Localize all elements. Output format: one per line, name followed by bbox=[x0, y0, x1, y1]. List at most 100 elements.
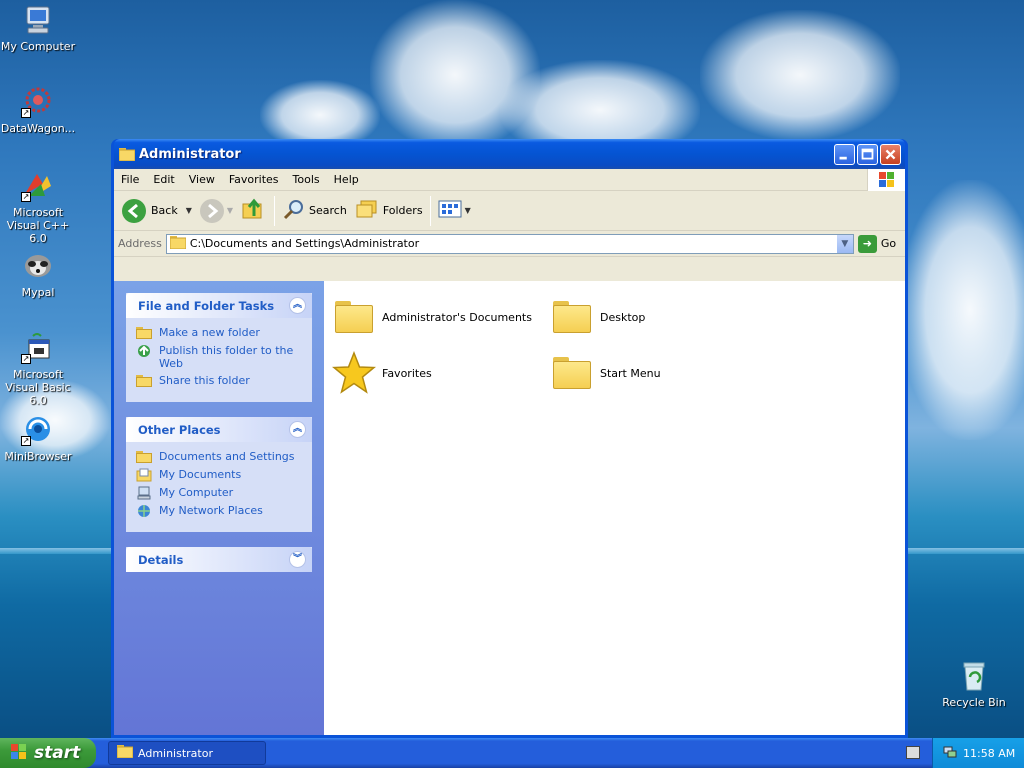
back-dropdown-icon[interactable]: ▼ bbox=[186, 206, 192, 215]
panel-header[interactable]: Other Places ︽ bbox=[126, 417, 312, 442]
raccoon-icon bbox=[21, 250, 55, 282]
forward-arrow-icon bbox=[199, 198, 224, 223]
go-button[interactable]: ➜ Go bbox=[857, 234, 897, 253]
window-title: Administrator bbox=[139, 146, 241, 162]
maximize-button[interactable] bbox=[857, 144, 878, 165]
desktop-icon-recycle-bin[interactable]: Recycle Bin bbox=[934, 660, 1014, 709]
folder-icon bbox=[136, 450, 152, 464]
address-value: C:\Documents and Settings\Administrator bbox=[189, 237, 420, 250]
desktop-icon-minibrowser[interactable]: ↗ MiniBrowser bbox=[0, 414, 78, 463]
file-item-start-menu[interactable]: Start Menu bbox=[550, 351, 760, 395]
back-label: Back bbox=[151, 204, 178, 217]
explorer-window[interactable]: Administrator File Edit View Favorites T… bbox=[111, 139, 908, 738]
window-titlebar[interactable]: Administrator bbox=[114, 139, 905, 169]
views-button[interactable]: ▼ bbox=[434, 194, 475, 228]
clock[interactable]: 11:58 AM bbox=[963, 747, 1015, 760]
start-button[interactable]: start bbox=[0, 738, 96, 768]
panel-title: File and Folder Tasks bbox=[138, 298, 275, 313]
file-item-desktop[interactable]: Desktop bbox=[550, 295, 760, 339]
menu-view[interactable]: View bbox=[182, 173, 222, 186]
place-documents-and-settings[interactable]: Documents and Settings bbox=[136, 450, 302, 464]
recycle-bin-icon bbox=[957, 660, 991, 692]
menu-edit[interactable]: Edit bbox=[146, 173, 181, 186]
taskbar: start Administrator 11:58 AM bbox=[0, 738, 1024, 768]
file-label: Administrator's Documents bbox=[382, 310, 532, 324]
address-dropdown-icon[interactable]: ▼ bbox=[835, 234, 853, 253]
task-label: Make a new folder bbox=[159, 326, 260, 339]
search-icon bbox=[282, 197, 306, 224]
toolbar-separator bbox=[274, 195, 276, 226]
desktop-icon-datawagon[interactable]: ↗ DataWagon... bbox=[0, 86, 78, 135]
desktop-icon-visual-basic[interactable]: ↗ Microsoft Visual Basic 6.0 bbox=[0, 332, 78, 407]
windows-logo-icon bbox=[867, 169, 905, 191]
desktop-icon-visual-cpp[interactable]: ↗ Microsoft Visual C++ 6.0 bbox=[0, 170, 78, 245]
desktop-icon-label: DataWagon... bbox=[0, 122, 76, 135]
star-icon bbox=[331, 350, 377, 395]
desktop-icon-mypal[interactable]: Mypal bbox=[0, 250, 78, 299]
folder-icon bbox=[550, 295, 594, 339]
views-icon bbox=[438, 199, 462, 222]
panel-title: Other Places bbox=[138, 422, 221, 437]
task-make-new-folder[interactable]: Make a new folder bbox=[136, 326, 302, 340]
expand-chevron-down-icon[interactable]: ︾ bbox=[289, 551, 306, 568]
task-share-folder[interactable]: Share this folder bbox=[136, 374, 302, 388]
datawagon-icon: ↗ bbox=[21, 86, 55, 118]
taskbar-button-administrator[interactable]: Administrator bbox=[108, 741, 266, 765]
place-my-network-places[interactable]: My Network Places bbox=[136, 504, 302, 518]
file-item-favorites[interactable]: Favorites bbox=[331, 350, 542, 395]
collapse-chevron-up-icon[interactable]: ︽ bbox=[289, 297, 306, 314]
place-label: Documents and Settings bbox=[159, 450, 295, 463]
toolbar-separator bbox=[429, 195, 431, 226]
views-dropdown-icon[interactable]: ▼ bbox=[465, 206, 471, 215]
place-my-documents[interactable]: My Documents bbox=[136, 468, 302, 482]
menu-file[interactable]: File bbox=[114, 173, 146, 186]
task-publish-web[interactable]: Publish this folder to the Web bbox=[136, 344, 302, 370]
panel-header[interactable]: Details ︾ bbox=[126, 547, 312, 572]
address-input[interactable]: C:\Documents and Settings\Administrator … bbox=[165, 233, 854, 254]
menu-help[interactable]: Help bbox=[327, 173, 366, 186]
menu-favorites[interactable]: Favorites bbox=[222, 173, 286, 186]
shortcut-arrow-icon: ↗ bbox=[21, 108, 31, 118]
folders-label: Folders bbox=[382, 204, 423, 217]
folder-icon bbox=[169, 235, 187, 252]
taskbar-button-label: Administrator bbox=[138, 746, 213, 760]
forward-button[interactable]: ▼ bbox=[196, 194, 237, 228]
close-button[interactable] bbox=[880, 144, 901, 165]
computer-icon bbox=[136, 486, 152, 500]
up-folder-button[interactable] bbox=[237, 194, 271, 228]
folder-icon bbox=[550, 351, 594, 395]
menu-tools[interactable]: Tools bbox=[286, 173, 327, 186]
forward-dropdown-icon[interactable]: ▼ bbox=[227, 206, 233, 215]
panel-header[interactable]: File and Folder Tasks ︽ bbox=[126, 293, 312, 318]
maximize-icon bbox=[861, 148, 874, 160]
keyboard-icon[interactable] bbox=[906, 746, 920, 759]
panel-details: Details ︾ bbox=[126, 547, 312, 572]
go-label: Go bbox=[880, 237, 897, 250]
system-tray: 11:58 AM bbox=[932, 738, 1024, 768]
shortcut-arrow-icon: ↗ bbox=[21, 354, 31, 364]
window-client-area: File Edit View Favorites Tools Help Back… bbox=[114, 169, 905, 735]
close-icon bbox=[885, 149, 896, 160]
new-folder-icon bbox=[136, 326, 152, 340]
shortcut-arrow-icon: ↗ bbox=[21, 192, 31, 202]
folders-icon bbox=[355, 198, 379, 223]
visual-cpp-icon: ↗ bbox=[21, 170, 55, 202]
network-status-icon[interactable] bbox=[943, 745, 957, 762]
place-my-computer[interactable]: My Computer bbox=[136, 486, 302, 500]
minimize-button[interactable] bbox=[834, 144, 855, 165]
menu-bar: File Edit View Favorites Tools Help bbox=[114, 169, 905, 191]
up-folder-icon bbox=[241, 196, 267, 225]
file-item-administrators-documents[interactable]: Administrator's Documents bbox=[332, 295, 542, 339]
desktop-icon-my-computer[interactable]: My Computer bbox=[0, 4, 78, 53]
back-button[interactable]: Back ▼ bbox=[118, 194, 196, 228]
share-folder-icon bbox=[136, 374, 152, 388]
explorer-content: File and Folder Tasks ︽ Make a new folde… bbox=[114, 281, 905, 735]
minibrowser-icon: ↗ bbox=[21, 414, 55, 446]
collapse-chevron-up-icon[interactable]: ︽ bbox=[289, 421, 306, 438]
go-arrow-icon: ➜ bbox=[857, 234, 877, 253]
folders-button[interactable]: Folders bbox=[351, 194, 427, 228]
minimize-icon bbox=[839, 156, 847, 160]
publish-web-icon bbox=[136, 344, 152, 358]
file-list[interactable]: Administrator's Documents Desktop Favori… bbox=[324, 281, 905, 735]
search-button[interactable]: Search bbox=[278, 194, 351, 228]
